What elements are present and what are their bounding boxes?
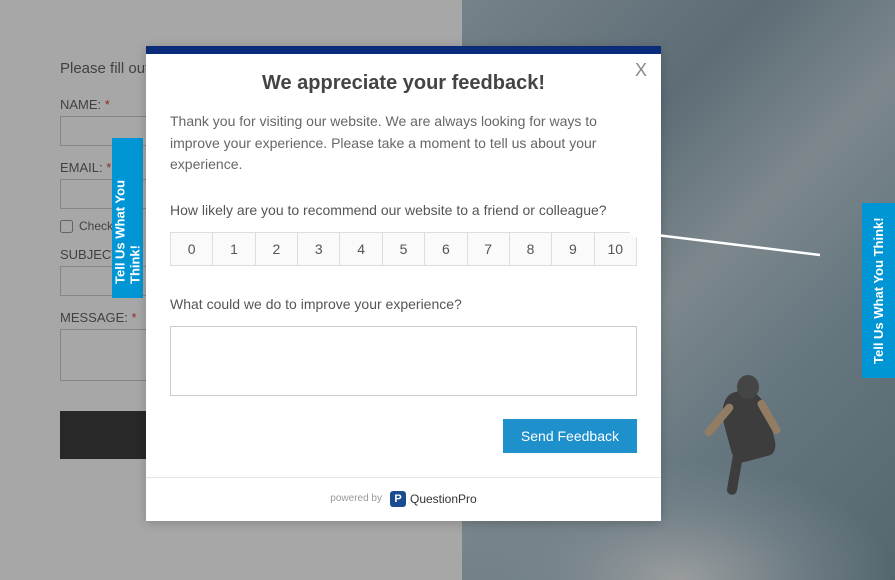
nps-scale: 0 1 2 3 4 5 6 7 8 9 10 — [170, 232, 637, 266]
questionpro-icon: P — [390, 491, 406, 507]
modal-intro: Thank you for visiting our website. We a… — [170, 111, 637, 176]
open-question: What could we do to improve your experie… — [170, 296, 637, 312]
questionpro-logo[interactable]: P QuestionPro — [390, 491, 477, 507]
modal-title: We appreciate your feedback! — [170, 72, 637, 95]
feedback-textarea[interactable] — [170, 326, 637, 396]
feedback-tab-right[interactable]: Tell Us What You Think! — [862, 203, 895, 378]
nps-question: How likely are you to recommend our webs… — [170, 202, 637, 218]
questionpro-text: QuestionPro — [410, 492, 477, 506]
nps-1[interactable]: 1 — [213, 232, 255, 266]
nps-0[interactable]: 0 — [170, 232, 213, 266]
nps-6[interactable]: 6 — [425, 232, 467, 266]
nps-8[interactable]: 8 — [510, 232, 552, 266]
modal-accent-bar — [146, 46, 661, 54]
nps-5[interactable]: 5 — [383, 232, 425, 266]
feedback-modal: X We appreciate your feedback! Thank you… — [146, 46, 661, 521]
nps-2[interactable]: 2 — [256, 232, 298, 266]
nps-7[interactable]: 7 — [468, 232, 510, 266]
nps-3[interactable]: 3 — [298, 232, 340, 266]
send-feedback-button[interactable]: Send Feedback — [503, 419, 637, 453]
feedback-tab-left[interactable]: Tell Us What You Think! — [112, 138, 143, 298]
close-icon[interactable]: X — [635, 60, 647, 81]
nps-4[interactable]: 4 — [340, 232, 382, 266]
nps-9[interactable]: 9 — [552, 232, 594, 266]
modal-footer: powered by P QuestionPro — [146, 477, 661, 521]
powered-by-label: powered by — [330, 493, 382, 504]
nps-10[interactable]: 10 — [595, 232, 637, 266]
